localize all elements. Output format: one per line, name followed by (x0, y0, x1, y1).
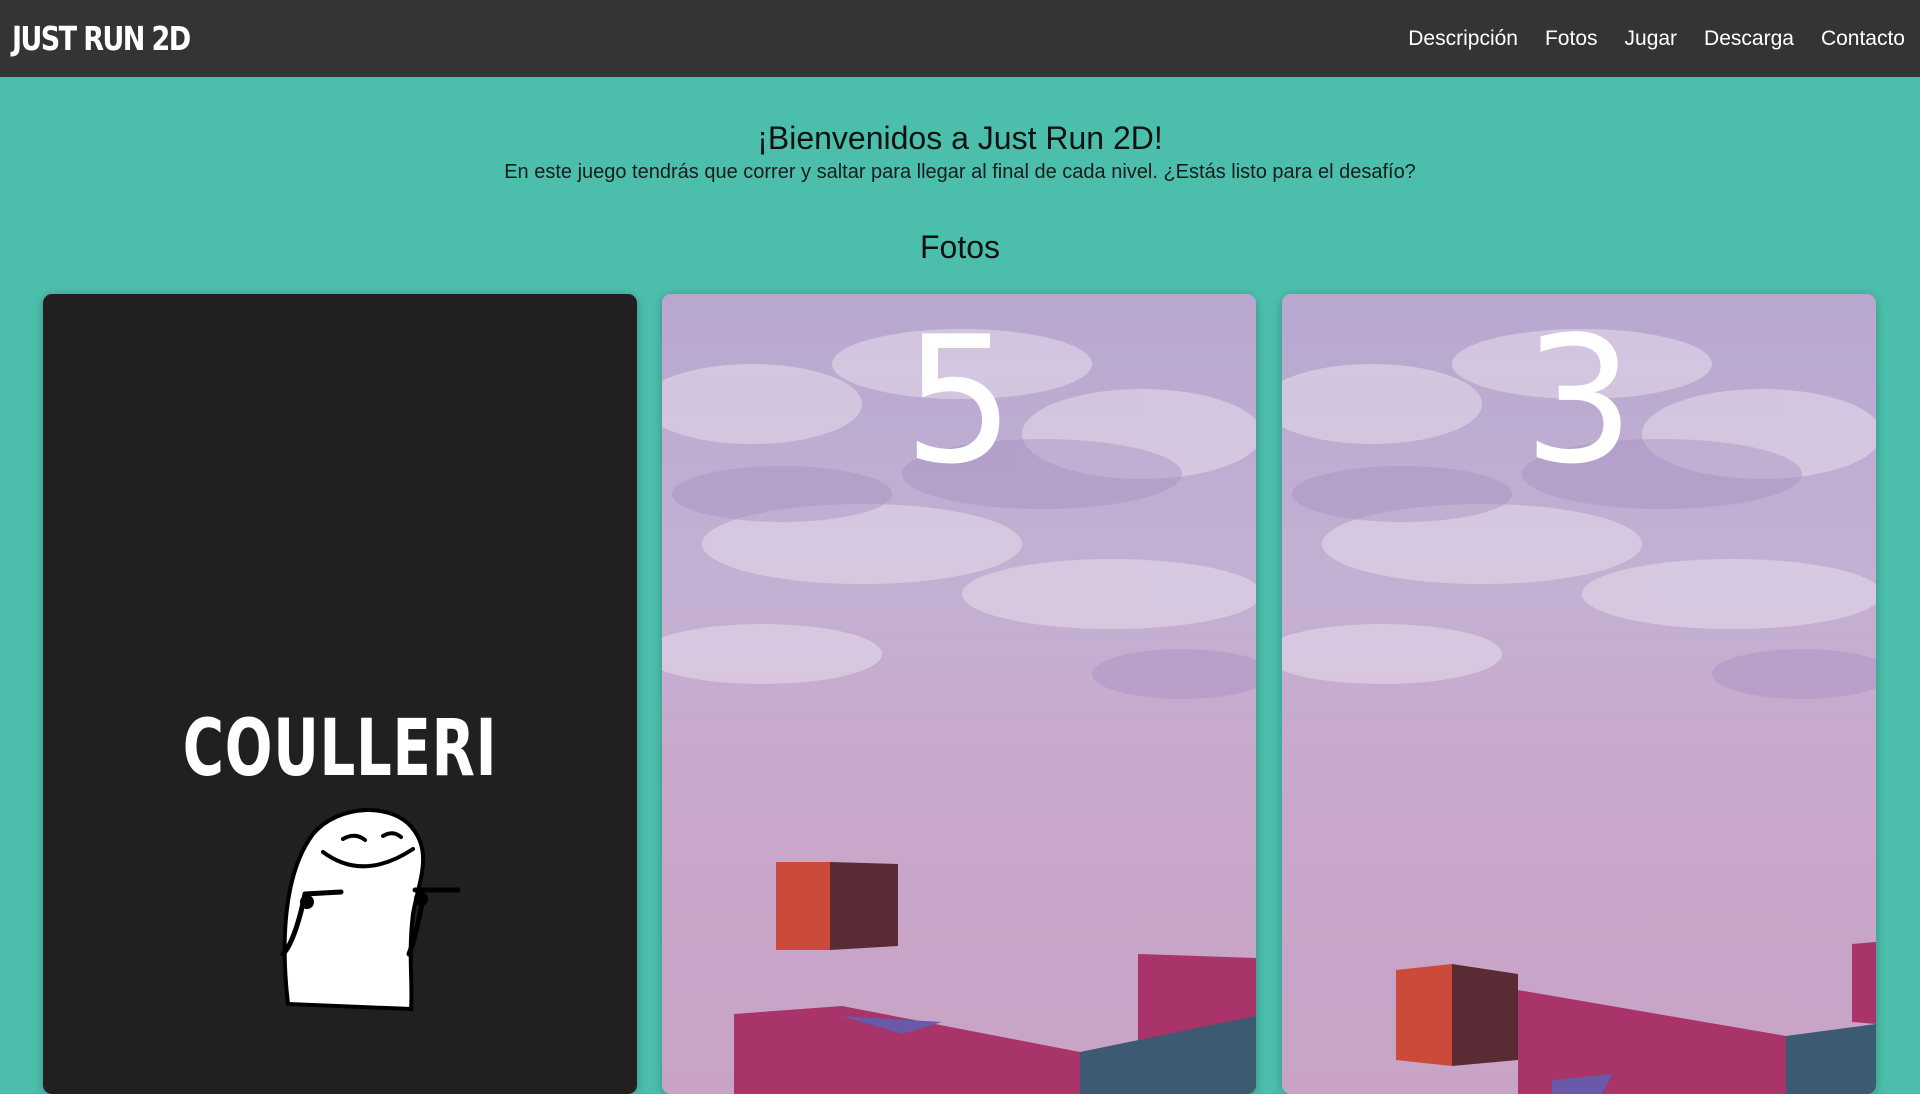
photo-card-level-3[interactable]: 3 (1282, 294, 1876, 1094)
nav-link-descarga[interactable]: Descarga (1704, 27, 1794, 51)
welcome-subtitle: En este juego tendrás que correr y salta… (504, 161, 1416, 183)
mascot-illustration (280, 808, 461, 1012)
photo-card-studio-logo[interactable]: COULLERI (43, 294, 637, 1094)
brand-logo[interactable]: JUST RUN 2D (12, 19, 191, 58)
photos-section-title: Fotos (919, 229, 1001, 265)
welcome-title: ¡Bienvenidos a Just Run 2D! (757, 120, 1163, 156)
nav-link-contacto[interactable]: Contacto (1821, 27, 1905, 51)
nav-link-fotos[interactable]: Fotos (1545, 27, 1598, 51)
photo-card-level-5[interactable]: 5 (662, 294, 1256, 1094)
level-number: 3 (1523, 300, 1635, 503)
nav-links: Descripción Fotos Jugar Descarga Contact… (1408, 27, 1905, 51)
nav-link-descripcion[interactable]: Descripción (1408, 27, 1518, 51)
level-number: 5 (903, 300, 1015, 503)
top-navbar: JUST RUN 2D Descripción Fotos Jugar Desc… (0, 0, 1920, 77)
nav-link-jugar[interactable]: Jugar (1625, 27, 1678, 51)
studio-logo-text: COULLERI (182, 704, 498, 794)
